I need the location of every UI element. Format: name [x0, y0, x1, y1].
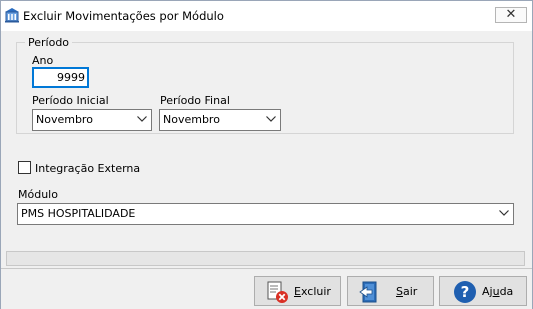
- ano-input[interactable]: 9999: [32, 67, 89, 88]
- delete-document-icon: [267, 281, 288, 303]
- periodo-inicial-value: Novembro: [36, 113, 93, 126]
- dialog-window: Excluir Movimentações por Módulo ✕ Perío…: [0, 0, 533, 309]
- excluir-label: Excluir: [294, 285, 331, 298]
- close-icon: ✕: [505, 7, 517, 22]
- ano-label: Ano: [32, 54, 54, 67]
- periodo-inicial-label: Período Inicial: [32, 94, 109, 107]
- excluir-button[interactable]: Excluir: [254, 276, 341, 306]
- chevron-down-icon: [266, 116, 276, 122]
- building-icon: [5, 8, 19, 23]
- periodo-final-value: Novembro: [163, 113, 220, 126]
- ajuda-button[interactable]: ? Ajuda: [439, 276, 527, 306]
- integracao-externa-checkbox[interactable]: [18, 161, 31, 174]
- svg-text:?: ?: [461, 283, 470, 301]
- sair-button[interactable]: Sair: [347, 276, 434, 306]
- periodo-final-select[interactable]: Novembro: [159, 109, 281, 131]
- status-bar: [6, 251, 525, 266]
- periodo-caption: Período: [25, 36, 73, 49]
- title-bar: Excluir Movimentações por Módulo ✕: [1, 1, 532, 31]
- modulo-value: PMS HOSPITALIDADE: [21, 207, 136, 220]
- sair-label: Sair: [396, 285, 418, 298]
- close-button[interactable]: ✕: [495, 7, 527, 23]
- modulo-label: Módulo: [18, 188, 58, 201]
- exit-door-icon: [359, 281, 377, 303]
- window-title: Excluir Movimentações por Módulo: [23, 9, 224, 23]
- modulo-select[interactable]: PMS HOSPITALIDADE: [17, 203, 514, 225]
- ajuda-label: Ajuda: [482, 285, 514, 298]
- help-icon: ?: [454, 281, 476, 303]
- chevron-down-icon: [137, 116, 147, 122]
- periodo-inicial-select[interactable]: Novembro: [32, 109, 152, 131]
- periodo-final-label: Período Final: [160, 94, 230, 107]
- integracao-externa-label: Integração Externa: [35, 162, 141, 175]
- chevron-down-icon: [499, 210, 509, 216]
- ano-value: 9999: [57, 71, 85, 84]
